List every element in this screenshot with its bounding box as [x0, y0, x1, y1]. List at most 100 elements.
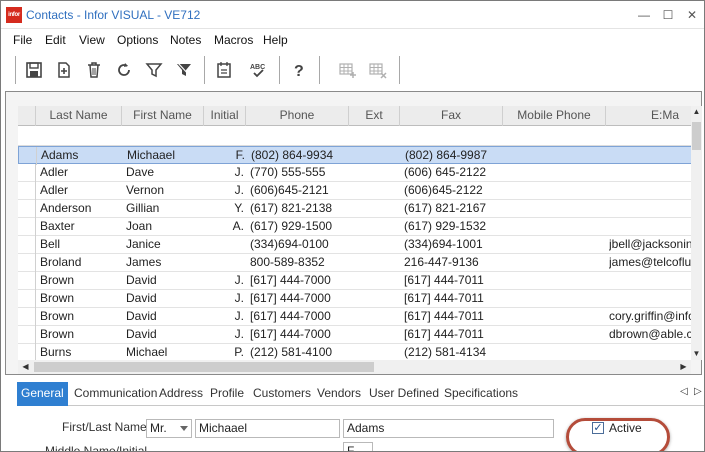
cell-fax: 216-447-9136	[404, 255, 479, 269]
cell-last-name: Broland	[40, 255, 82, 269]
tab-scroll-right-icon[interactable]: ▷	[694, 386, 702, 397]
column-header-initial[interactable]: Initial	[204, 106, 246, 126]
cell-email: dbrown@able.co	[609, 327, 691, 341]
row-selector[interactable]	[18, 182, 36, 200]
horizontal-scrollbar[interactable]: ◀ ▶	[18, 360, 691, 374]
menu-view[interactable]: View	[79, 33, 105, 47]
middle-name-label: Middle Name/Initial	[45, 444, 148, 452]
column-header-first-name[interactable]: First Name	[122, 106, 204, 126]
menu-help[interactable]: Help	[263, 33, 288, 47]
prefix-select[interactable]: Mr.	[146, 419, 192, 438]
delete-icon[interactable]	[83, 59, 105, 81]
menu-macros[interactable]: Macros	[214, 33, 253, 47]
column-header-ext[interactable]: Ext	[349, 106, 400, 126]
table-row[interactable]: Brown David J. [617] 444-7000 [617] 444-7011	[18, 272, 691, 290]
row-selector[interactable]	[19, 147, 37, 165]
menu-edit[interactable]: Edit	[45, 33, 66, 47]
cell-mobile-phone	[507, 200, 606, 218]
menu-bar: File Edit View Options Notes Macros Help	[1, 31, 704, 49]
tab-customers[interactable]: Customers	[251, 382, 313, 406]
row-selector[interactable]	[18, 236, 36, 254]
tab-user-defined[interactable]: User Defined	[367, 382, 441, 406]
cell-fax: (617) 821-2167	[404, 201, 487, 215]
cell-phone: [617] 444-7000	[250, 273, 331, 287]
notes-icon[interactable]	[213, 59, 235, 81]
scroll-left-arrow[interactable]: ◀	[20, 361, 31, 373]
cell-first-name: Dave	[126, 165, 155, 179]
table-row[interactable]: Broland James 800-589-8352 216-447-9136 jame…	[18, 254, 691, 272]
tab-general[interactable]: General	[17, 382, 68, 406]
initial-field[interactable]: F	[343, 442, 373, 451]
table-row[interactable]: Brown David J. [617] 444-7000 [617] 444-7011…	[18, 326, 691, 344]
tab-communication[interactable]: Communication	[72, 382, 159, 406]
active-checkbox[interactable]: ✓	[592, 422, 604, 434]
table-row[interactable]: Bell Janice (334)694-0100 (334)694-1001 jbel…	[18, 236, 691, 254]
menu-file[interactable]: File	[13, 33, 32, 47]
cell-email	[609, 182, 691, 200]
table-row[interactable]: Brown David J. [617] 444-7000 [617] 444-7011…	[18, 308, 691, 326]
help-icon[interactable]: ?	[288, 59, 310, 81]
row-selector[interactable]	[18, 344, 36, 360]
filter-icon[interactable]	[143, 59, 165, 81]
table-row[interactable]: Adams Michaael F. (802) 864-9934 (802) 864-9…	[18, 146, 691, 165]
tab-profile[interactable]: Profile	[208, 382, 246, 406]
cell-first-name: James	[126, 255, 162, 269]
cell-ext	[353, 182, 400, 200]
spellcheck-icon[interactable]: ABC	[247, 59, 269, 81]
row-selector[interactable]	[18, 164, 36, 182]
row-selector[interactable]	[18, 200, 36, 218]
last-name-field[interactable]: Adams	[343, 419, 554, 438]
vertical-scroll-thumb[interactable]	[692, 122, 701, 150]
column-header-last-name[interactable]: Last Name	[36, 106, 122, 126]
row-selector[interactable]	[18, 290, 36, 308]
scroll-up-arrow[interactable]: ▲	[691, 106, 702, 118]
menu-options[interactable]: Options	[117, 33, 158, 47]
table-row[interactable]: Baxter Joan A. (617) 929-1500 (617) 929-1532	[18, 218, 691, 236]
contacts-window: infor Contacts - Infor VISUAL - VE712 — …	[0, 0, 705, 452]
table-row[interactable]: Burns Michael P. (212) 581-4100 (212) 581-41…	[18, 344, 691, 360]
tab-specifications[interactable]: Specifications	[442, 382, 520, 406]
table-row[interactable]: Adler Vernon J. (606)645-2121 (606)645-2122	[18, 182, 691, 200]
tab-address[interactable]: Address	[157, 382, 205, 406]
grid-remove-icon[interactable]	[367, 59, 389, 81]
close-button[interactable]: ✕	[681, 5, 703, 25]
maximize-button[interactable]: ☐	[657, 5, 679, 25]
minimize-button[interactable]: —	[633, 5, 655, 25]
grid-add-icon[interactable]	[337, 59, 359, 81]
cell-ext	[353, 218, 400, 236]
row-selector[interactable]	[18, 254, 36, 272]
refresh-icon[interactable]	[113, 59, 135, 81]
cell-ext	[353, 290, 400, 308]
column-header-fax[interactable]: Fax	[400, 106, 503, 126]
tab-vendors[interactable]: Vendors	[315, 382, 363, 406]
tab-scroll-left-icon[interactable]: ◁	[680, 386, 688, 397]
table-row[interactable]: Adler Dave J. (770) 555-555 (606) 645-2122	[18, 164, 691, 182]
clear-filter-icon[interactable]	[173, 59, 195, 81]
row-selector[interactable]	[18, 326, 36, 344]
cell-first-name: Gillian	[126, 201, 160, 215]
header-row-selector	[18, 106, 36, 126]
horizontal-scroll-thumb[interactable]	[34, 362, 374, 372]
save-icon[interactable]	[23, 59, 45, 81]
scroll-right-arrow[interactable]: ▶	[678, 361, 689, 373]
row-selector[interactable]	[18, 272, 36, 290]
table-row[interactable]: Anderson Gillian Y. (617) 821-2138 (617) 821…	[18, 200, 691, 218]
menu-notes[interactable]: Notes	[170, 33, 201, 47]
cell-first-name: Vernon	[126, 183, 165, 197]
infor-logo: infor	[6, 7, 22, 23]
first-name-field[interactable]: Michaael	[195, 419, 340, 438]
table-row[interactable]: Brown David J. [617] 444-7000 [617] 444-7011	[18, 290, 691, 308]
cell-phone: [617] 444-7000	[250, 291, 331, 305]
column-header-email[interactable]: E:Ma	[606, 106, 691, 126]
column-header-mobile-phone[interactable]: Mobile Phone	[503, 106, 606, 126]
column-header-phone[interactable]: Phone	[246, 106, 349, 126]
row-selector[interactable]	[18, 218, 36, 236]
contacts-grid: Last Name First Name Initial Phone Ext F…	[18, 106, 691, 360]
title-bar: infor Contacts - Infor VISUAL - VE712 — …	[1, 1, 704, 29]
row-selector[interactable]	[18, 308, 36, 326]
new-icon[interactable]	[53, 59, 75, 81]
vertical-scrollbar[interactable]: ▲ ▼	[691, 106, 702, 360]
grid-filter-row[interactable]	[18, 126, 691, 146]
scroll-down-arrow[interactable]: ▼	[691, 348, 702, 360]
cell-mobile-phone	[507, 182, 606, 200]
